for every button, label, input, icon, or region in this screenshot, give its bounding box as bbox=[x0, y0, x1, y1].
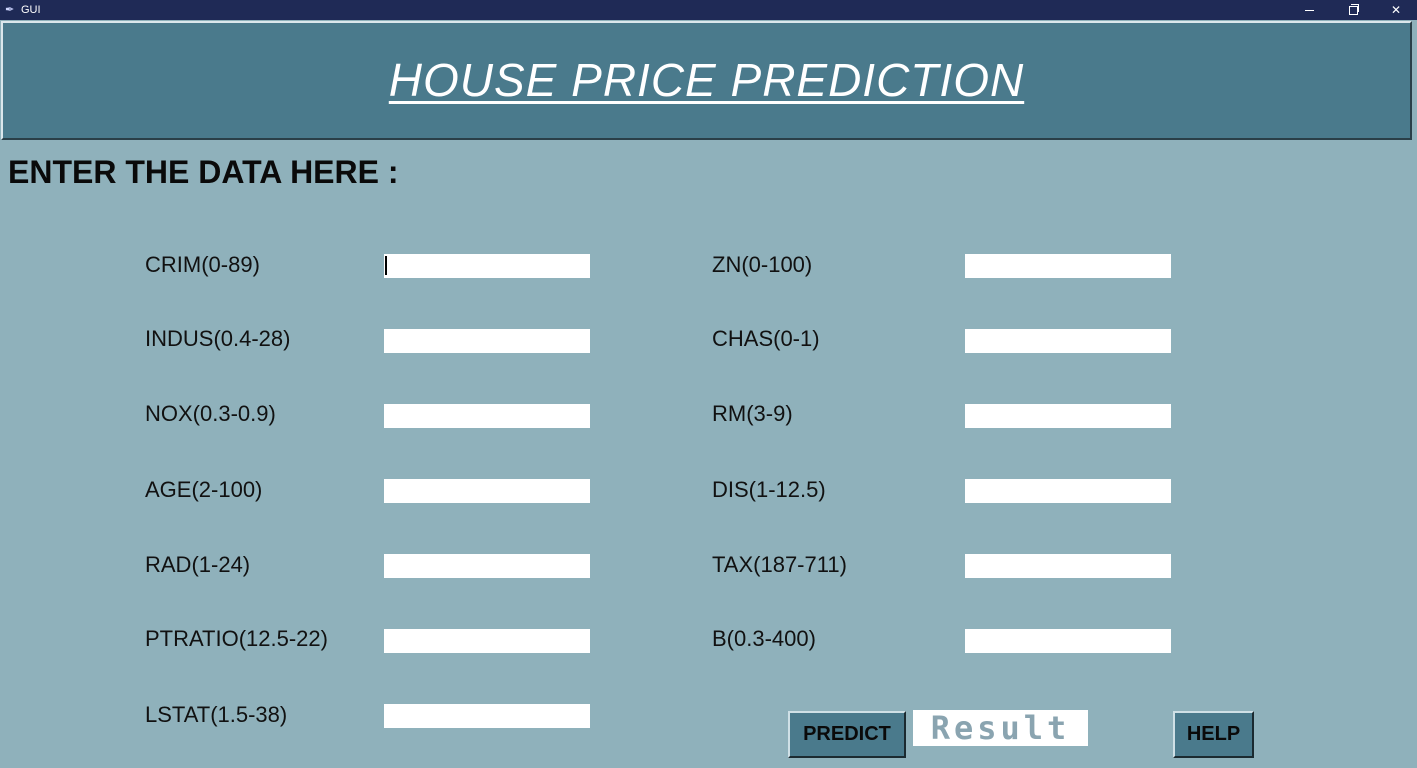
label-rm: RM(3-9) bbox=[712, 401, 793, 426]
label-b: B(0.3-400) bbox=[712, 626, 816, 651]
label-dis: DIS(1-12.5) bbox=[712, 477, 826, 502]
label-age: AGE(2-100) bbox=[145, 477, 263, 502]
minimize-button[interactable] bbox=[1287, 0, 1331, 20]
ptratio-input[interactable] bbox=[384, 629, 590, 653]
label-tax: TAX(187-711) bbox=[712, 552, 847, 577]
window-titlebar: ✒ GUI ✕ bbox=[0, 0, 1417, 20]
predict-button[interactable]: PREDICT bbox=[788, 711, 906, 758]
restore-button[interactable] bbox=[1331, 0, 1375, 20]
tax-input[interactable] bbox=[965, 554, 1171, 578]
chas-input[interactable] bbox=[965, 329, 1171, 353]
help-button[interactable]: HELP bbox=[1173, 711, 1254, 758]
crim-input[interactable] bbox=[384, 254, 590, 278]
minimize-icon bbox=[1304, 9, 1314, 11]
label-nox: NOX(0.3-0.9) bbox=[145, 401, 276, 426]
label-crim: CRIM(0-89) bbox=[145, 252, 260, 277]
header-panel: HOUSE PRICE PREDICTION bbox=[1, 21, 1412, 140]
zn-input[interactable] bbox=[965, 254, 1171, 278]
window-title: GUI bbox=[21, 4, 41, 16]
label-ptratio: PTRATIO(12.5-22) bbox=[145, 626, 328, 651]
result-display: Result bbox=[913, 709, 1088, 747]
section-heading: ENTER THE DATA HERE : bbox=[8, 154, 399, 190]
label-chas: CHAS(0-1) bbox=[712, 326, 820, 351]
label-indus: INDUS(0.4-28) bbox=[145, 326, 291, 351]
dis-input[interactable] bbox=[965, 479, 1171, 503]
page-title: HOUSE PRICE PREDICTION bbox=[388, 54, 1025, 106]
indus-input[interactable] bbox=[384, 329, 590, 353]
b-input[interactable] bbox=[965, 629, 1171, 653]
rm-input[interactable] bbox=[965, 404, 1171, 428]
close-icon: ✕ bbox=[1390, 3, 1402, 17]
label-zn: ZN(0-100) bbox=[712, 252, 813, 277]
lstat-input[interactable] bbox=[384, 704, 590, 728]
feather-icon: ✒ bbox=[5, 4, 15, 16]
nox-input[interactable] bbox=[384, 404, 590, 428]
age-input[interactable] bbox=[384, 479, 590, 503]
label-lstat: LSTAT(1.5-38) bbox=[145, 702, 288, 727]
label-rad: RAD(1-24) bbox=[145, 552, 251, 577]
text-caret bbox=[385, 256, 387, 275]
rad-input[interactable] bbox=[384, 554, 590, 578]
close-button[interactable]: ✕ bbox=[1374, 0, 1417, 20]
restore-icon bbox=[1348, 3, 1359, 15]
